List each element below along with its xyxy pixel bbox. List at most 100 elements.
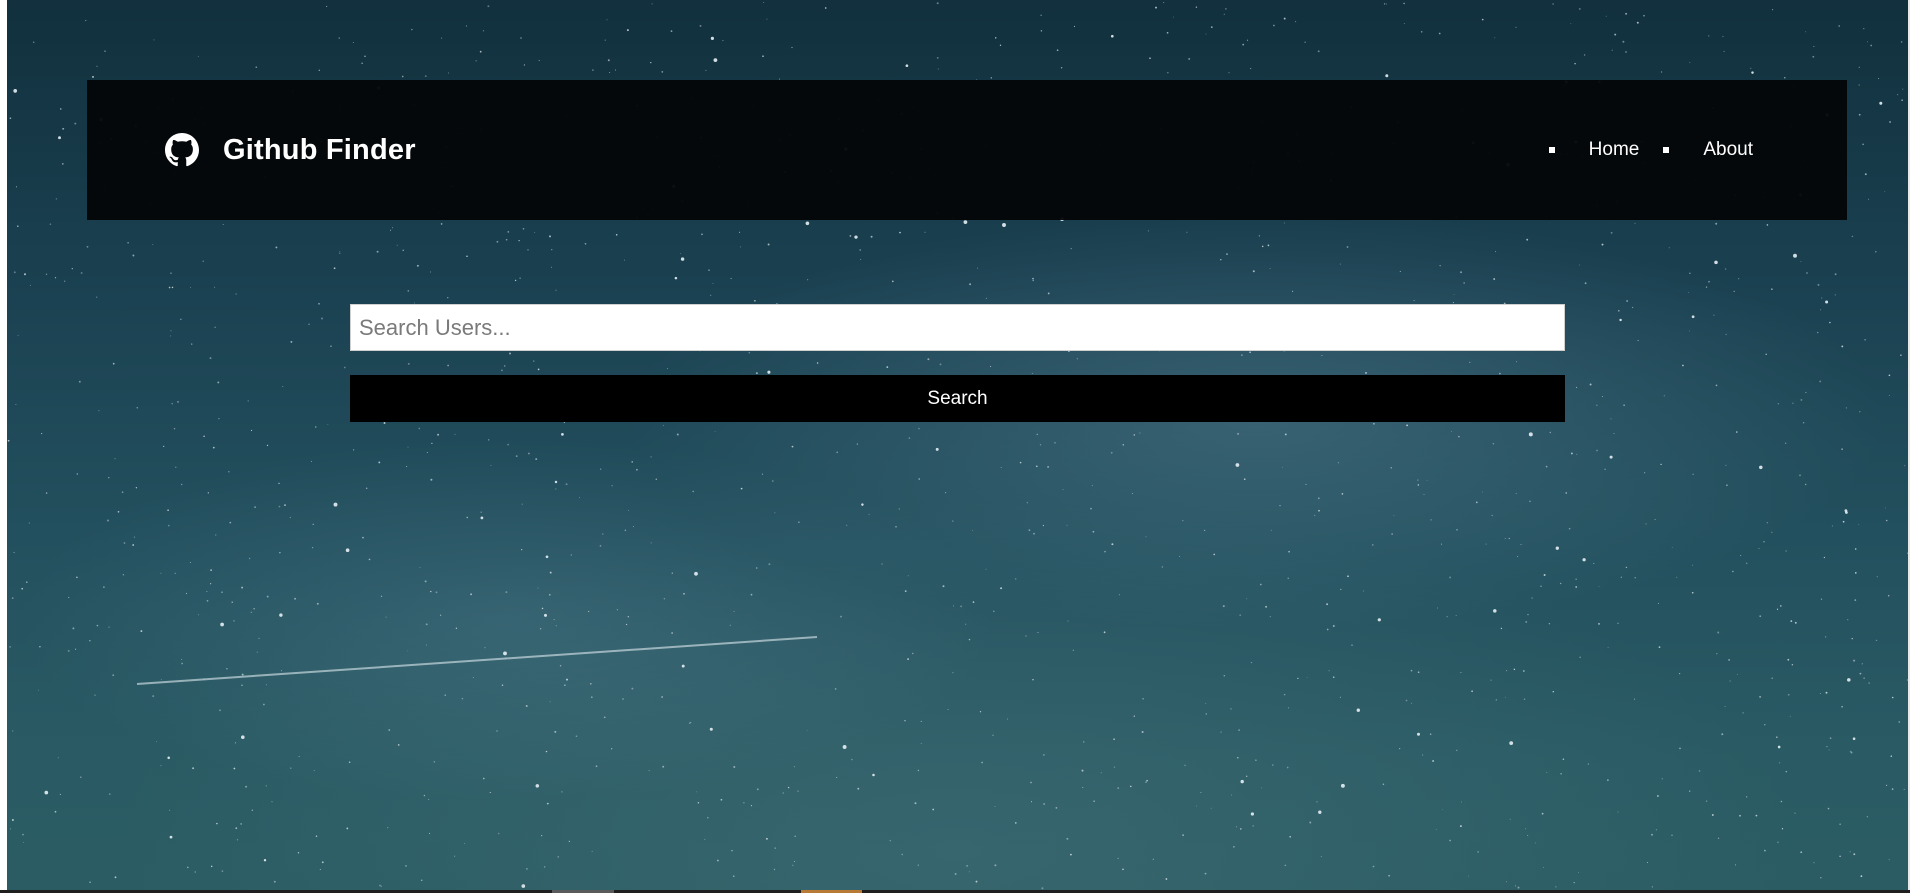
star: [454, 855, 456, 857]
star: [290, 767, 292, 769]
star: [1014, 822, 1017, 824]
star: [212, 446, 215, 449]
star: [1092, 530, 1095, 533]
star: [1853, 853, 1856, 856]
star: [418, 427, 421, 430]
star: [241, 735, 245, 739]
star: [527, 249, 529, 251]
star: [1531, 597, 1533, 599]
star: [170, 272, 172, 274]
star: [861, 503, 864, 506]
star: [197, 55, 199, 57]
star: [488, 439, 490, 441]
star: [480, 516, 484, 520]
star: [1854, 599, 1857, 601]
star: [1416, 732, 1421, 736]
star: [1240, 828, 1242, 830]
star: [599, 545, 602, 547]
star: [1534, 842, 1536, 844]
star: [1607, 646, 1609, 648]
star: [1346, 246, 1349, 248]
star: [330, 345, 332, 347]
star: [965, 623, 967, 625]
star: [1255, 759, 1257, 761]
star: [1326, 628, 1329, 631]
star: [1030, 781, 1032, 784]
star: [1625, 566, 1628, 569]
star: [1805, 483, 1807, 486]
star: [1492, 443, 1495, 445]
star: [1705, 800, 1708, 802]
star: [245, 785, 248, 788]
star: [430, 478, 433, 481]
star: [1579, 656, 1581, 658]
search-input[interactable]: [350, 304, 1565, 351]
star: [156, 740, 158, 742]
search-button[interactable]: Search: [350, 375, 1565, 422]
star: [189, 561, 191, 564]
star: [271, 801, 273, 803]
star: [918, 478, 920, 480]
star: [1210, 807, 1212, 809]
star: [1841, 705, 1843, 708]
star: [798, 521, 800, 523]
star: [1724, 268, 1727, 270]
star: [219, 709, 221, 712]
star: [1582, 558, 1586, 562]
star: [1204, 872, 1207, 875]
star: [1517, 886, 1520, 889]
star: [89, 881, 91, 884]
star: [1722, 35, 1724, 38]
star: [1456, 528, 1458, 531]
star: [942, 585, 945, 588]
star: [315, 426, 317, 428]
nav-link-about[interactable]: About: [1703, 139, 1753, 161]
brand[interactable]: Github Finder: [165, 133, 416, 167]
star: [1888, 859, 1890, 861]
star: [310, 460, 312, 462]
star: [275, 246, 278, 249]
star: [289, 516, 291, 519]
star: [1267, 244, 1270, 247]
star: [972, 601, 975, 603]
star: [1250, 812, 1255, 816]
star: [429, 271, 432, 273]
star: [549, 571, 552, 574]
star: [945, 492, 947, 494]
star: [1504, 696, 1506, 698]
star: [1578, 872, 1580, 873]
star: [1117, 857, 1119, 860]
star: [407, 290, 410, 292]
star: [1866, 816, 1869, 818]
star: [701, 233, 703, 236]
star: [543, 866, 546, 868]
star: [514, 279, 517, 282]
star: [740, 487, 743, 490]
star: [1771, 677, 1774, 680]
star: [1781, 828, 1784, 830]
star: [704, 838, 706, 840]
star: [60, 108, 62, 110]
star: [674, 276, 678, 280]
star: [1265, 605, 1268, 608]
star: [708, 269, 710, 271]
star: [448, 72, 450, 74]
star: [1382, 783, 1385, 785]
star: [1545, 465, 1548, 468]
star: [1239, 614, 1241, 616]
star: [365, 487, 368, 490]
star: [1373, 423, 1375, 425]
star: [561, 433, 564, 436]
star: [1289, 836, 1291, 838]
star: [55, 198, 57, 200]
star: [1220, 731, 1222, 733]
star: [794, 860, 796, 862]
star: [1891, 696, 1894, 699]
star: [248, 557, 251, 560]
nav-link-home[interactable]: Home: [1589, 139, 1640, 161]
star: [1816, 331, 1819, 334]
star: [1800, 398, 1803, 401]
star: [1117, 787, 1120, 790]
star: [1780, 605, 1782, 607]
star: [231, 601, 233, 603]
